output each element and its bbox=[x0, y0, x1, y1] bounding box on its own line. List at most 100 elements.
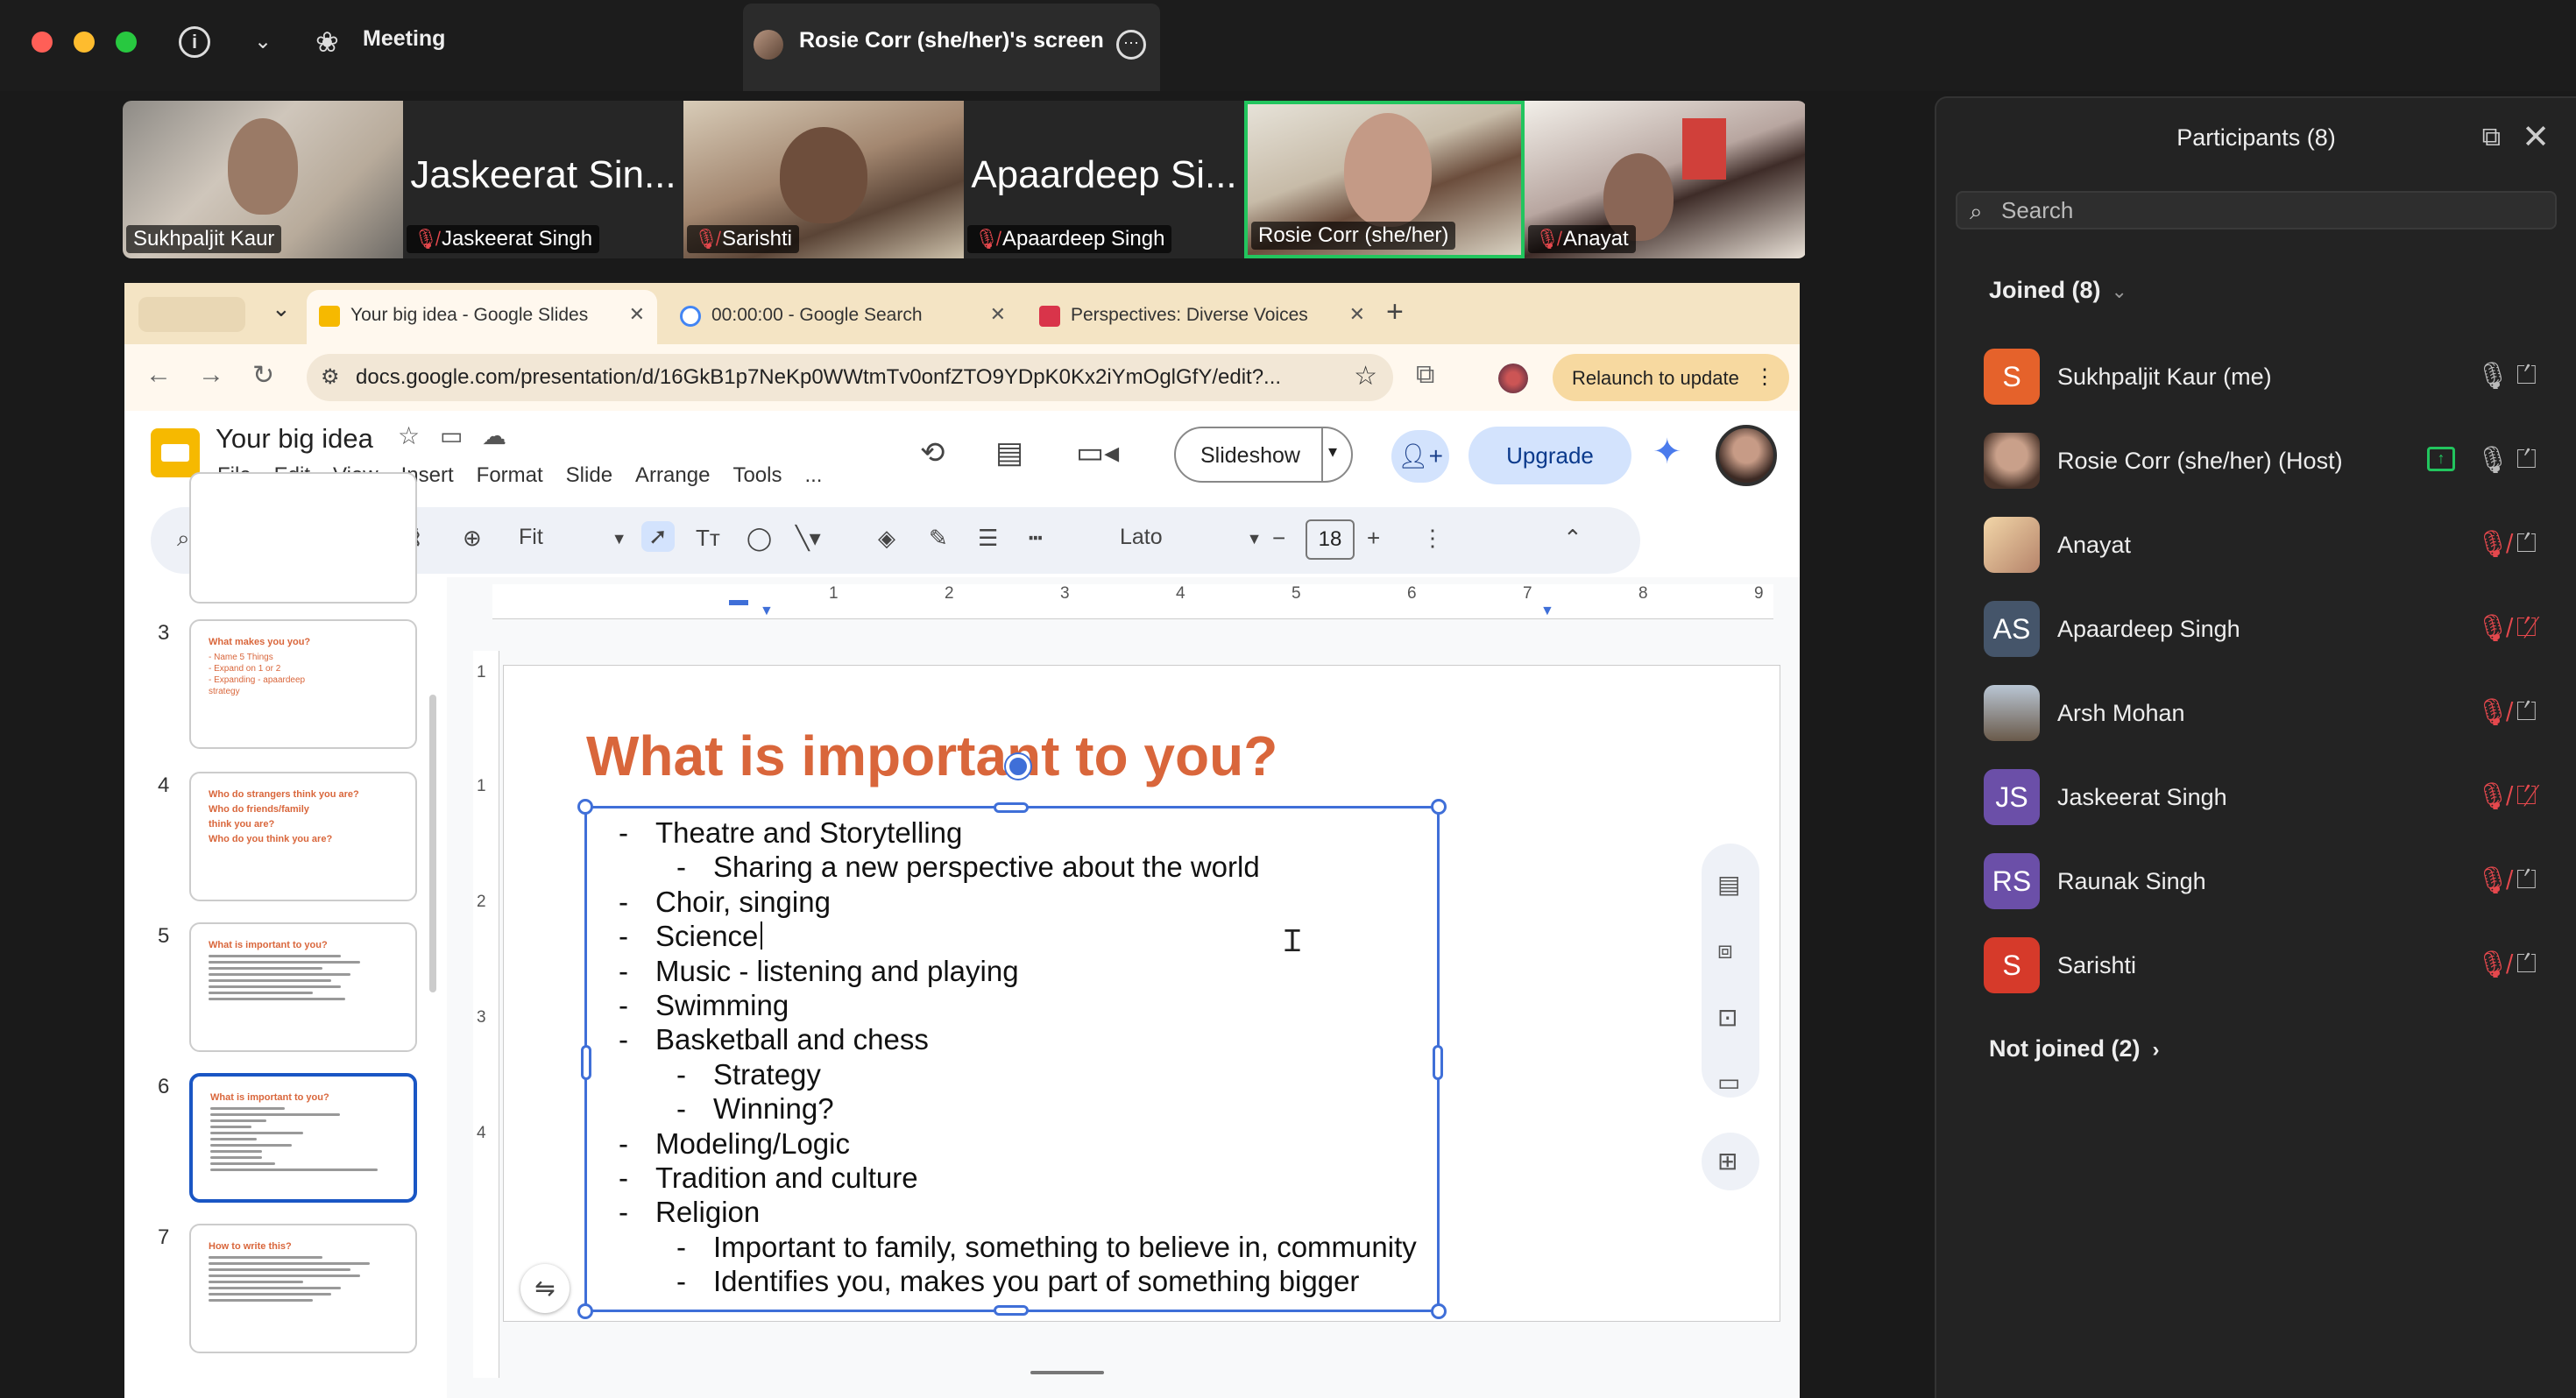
zoom-icon[interactable]: ⊕ bbox=[463, 525, 482, 552]
new-tab-icon[interactable]: + bbox=[1386, 295, 1404, 329]
media-icon[interactable]: ⧈ bbox=[1717, 936, 1733, 965]
info-icon[interactable]: i bbox=[179, 26, 210, 58]
close-window-button[interactable] bbox=[32, 32, 53, 53]
resize-handle-ne[interactable] bbox=[1431, 799, 1447, 815]
border-weight-icon[interactable]: ☰ bbox=[978, 525, 998, 552]
account-avatar[interactable] bbox=[1716, 425, 1777, 486]
minimize-window-button[interactable] bbox=[74, 32, 95, 53]
video-tile[interactable]: Apaardeep Si... 🎙︎̸ Apaardeep Singh bbox=[964, 101, 1244, 258]
participant-row[interactable]: Rosie Corr (she/her) (Host) ↑ 🎙︎ ⏍ bbox=[1984, 433, 2544, 491]
camera-icon[interactable]: ⏍ bbox=[2516, 529, 2537, 559]
search-input[interactable] bbox=[2001, 196, 2527, 224]
pop-out-icon[interactable]: ⧉ bbox=[2482, 123, 2501, 152]
select-pointer-icon[interactable]: ➚ bbox=[641, 521, 675, 552]
doc-title[interactable]: Your big idea bbox=[216, 423, 373, 455]
tab-search-chevron-icon[interactable]: ⌄ bbox=[272, 295, 291, 322]
gemini-sparkle-icon[interactable]: ✦ bbox=[1652, 432, 1682, 472]
hide-speaker-notes-icon[interactable]: ⇋ bbox=[520, 1264, 570, 1313]
joined-section-header[interactable]: Joined (8) ⌄ bbox=[1989, 277, 2127, 304]
resize-handle-n[interactable] bbox=[994, 802, 1029, 813]
video-tile-active-speaker[interactable]: Rosie Corr (she/her) bbox=[1244, 101, 1525, 258]
relaunch-to-update-button[interactable]: Relaunch to update ⋮ bbox=[1553, 354, 1789, 401]
video-tile[interactable]: 🎙︎̸ Sarishti bbox=[683, 101, 964, 258]
close-tab-icon[interactable]: ✕ bbox=[990, 303, 1006, 326]
filmstrip-scrollbar[interactable] bbox=[429, 695, 436, 992]
camera-icon[interactable]: ⏍ bbox=[2516, 361, 2537, 391]
move-folder-icon[interactable]: ▭ bbox=[440, 421, 463, 450]
participant-row[interactable]: AS Apaardeep Singh 🎙︎̸ ⏍̸ bbox=[1984, 601, 2544, 659]
back-arrow-icon[interactable]: ← bbox=[145, 360, 172, 390]
mic-muted-icon[interactable]: 🎙︎̸ bbox=[2476, 865, 2509, 896]
video-tile[interactable]: Sukhpaljit Kaur bbox=[123, 101, 403, 258]
profile-avatar[interactable] bbox=[1498, 364, 1528, 393]
mic-muted-icon[interactable]: 🎙︎̸ bbox=[2476, 529, 2509, 560]
collapse-toolbar-icon[interactable]: ⌃ bbox=[1563, 525, 1582, 552]
mic-muted-icon[interactable]: 🎙︎̸ bbox=[2476, 781, 2509, 812]
slide-thumbnail-5[interactable]: What is important to you? bbox=[189, 922, 417, 1052]
mic-icon[interactable]: 🎙︎ bbox=[2476, 445, 2509, 476]
site-settings-icon[interactable]: ⚙ bbox=[321, 364, 340, 390]
rotate-handle[interactable] bbox=[1006, 754, 1030, 779]
bookmark-star-icon[interactable]: ☆ bbox=[1354, 361, 1377, 392]
camera-off-icon[interactable]: ⏍̸ bbox=[2516, 613, 2537, 643]
shape-icon[interactable]: ◯ bbox=[747, 525, 772, 552]
speaker-notes-icon[interactable]: ▤ bbox=[1717, 870, 1740, 899]
fill-color-icon[interactable]: ◈ bbox=[878, 525, 895, 552]
comments-icon[interactable]: ▤ bbox=[995, 435, 1023, 470]
not-joined-section-header[interactable]: Not joined (2) › bbox=[1989, 1035, 2159, 1063]
decrease-font-size-icon[interactable]: − bbox=[1272, 525, 1285, 552]
font-select[interactable]: Lato ▼ bbox=[1120, 525, 1263, 550]
resize-handle-e[interactable] bbox=[1433, 1045, 1443, 1080]
participant-row[interactable]: JS Jaskeerat Singh 🎙︎̸ ⏍̸ bbox=[1984, 769, 2544, 827]
shared-screen-tab[interactable]: Rosie Corr (she/her)'s screen ··· bbox=[743, 4, 1160, 91]
search-menus-icon[interactable]: ⌕ bbox=[177, 525, 190, 553]
camera-off-icon[interactable]: ⏍̸ bbox=[2516, 781, 2537, 811]
more-options-icon[interactable]: ⋮ bbox=[1421, 525, 1444, 552]
resize-handle-nw[interactable] bbox=[577, 799, 593, 815]
slides-logo-icon[interactable] bbox=[151, 428, 200, 477]
speaker-notes-drag-handle[interactable] bbox=[1030, 1371, 1104, 1374]
mic-icon[interactable]: 🎙︎ bbox=[2476, 361, 2509, 392]
close-tab-icon[interactable]: ✕ bbox=[1349, 303, 1365, 326]
reload-icon[interactable]: ↻ bbox=[252, 360, 274, 391]
current-slide[interactable]: What is important to you? - Theatre and S… bbox=[503, 665, 1780, 1322]
meeting-label[interactable]: Meeting bbox=[363, 26, 445, 52]
slideshow-button[interactable]: Slideshow ▾ bbox=[1174, 427, 1353, 483]
close-icon[interactable]: ✕ bbox=[2522, 117, 2550, 157]
tab-google-slides[interactable]: Your big idea - Google Slides ✕ bbox=[307, 290, 657, 344]
tab-google-search[interactable]: 00:00:00 - Google Search ✕ bbox=[668, 290, 1018, 344]
add-ons-icon[interactable]: ⊞ bbox=[1717, 1147, 1737, 1176]
tab-group-button[interactable] bbox=[138, 297, 245, 332]
upgrade-button[interactable]: Upgrade bbox=[1468, 427, 1631, 484]
ruler-indent-marker[interactable] bbox=[729, 600, 748, 605]
resize-handle-sw[interactable] bbox=[577, 1303, 593, 1319]
slide-title[interactable]: What is important to you? bbox=[586, 724, 1277, 788]
participant-row[interactable]: S Sarishti 🎙︎̸ ⏍ bbox=[1984, 937, 2544, 995]
participant-row[interactable]: S Sukhpaljit Kaur (me) 🎙︎ ⏍ bbox=[1984, 349, 2544, 406]
slide-thumbnail-4[interactable]: Who do strangers think you are? Who do f… bbox=[189, 772, 417, 901]
chevron-down-icon[interactable]: ▾ bbox=[1328, 441, 1337, 462]
font-size-input[interactable]: 18 bbox=[1306, 519, 1355, 560]
bullet-list[interactable]: - Theatre and Storytelling - Sharing a new… bbox=[619, 816, 1417, 1299]
participants-search[interactable]: ⌕ bbox=[1956, 191, 2557, 229]
resize-handle-se[interactable] bbox=[1431, 1303, 1447, 1319]
menu-slide[interactable]: Slide bbox=[566, 463, 612, 488]
horizontal-ruler[interactable]: 1 2 3 4 5 6 7 8 9 ▼ ▼ bbox=[492, 584, 1773, 619]
folder-icon[interactable]: ▭ bbox=[1717, 1068, 1740, 1097]
participant-row[interactable]: Anayat 🎙︎̸ ⏍ bbox=[1984, 517, 2544, 575]
star-icon[interactable]: ☆ bbox=[398, 421, 420, 450]
video-tile[interactable]: 🎙︎̸ Anayat bbox=[1525, 101, 1805, 258]
text-box-icon[interactable]: Tт bbox=[696, 525, 720, 552]
image-search-icon[interactable]: ⊡ bbox=[1717, 1003, 1737, 1032]
participant-row[interactable]: Arsh Mohan 🎙︎̸ ⏍ bbox=[1984, 685, 2544, 743]
menu-more[interactable]: ... bbox=[804, 463, 822, 488]
menu-tools[interactable]: Tools bbox=[732, 463, 782, 488]
cloud-status-icon[interactable]: ☁ bbox=[482, 421, 506, 450]
forward-arrow-icon[interactable]: → bbox=[198, 360, 224, 390]
resize-handle-s[interactable] bbox=[994, 1305, 1029, 1316]
ruler-right-margin-marker[interactable]: ▼ bbox=[1540, 604, 1554, 619]
mic-muted-icon[interactable]: 🎙︎̸ bbox=[2476, 613, 2509, 644]
mic-muted-icon[interactable]: 🎙︎̸ bbox=[2476, 950, 2509, 980]
selected-text-box[interactable]: - Theatre and Storytelling - Sharing a new… bbox=[577, 754, 1447, 1319]
version-history-icon[interactable]: ⟲ bbox=[920, 435, 945, 470]
